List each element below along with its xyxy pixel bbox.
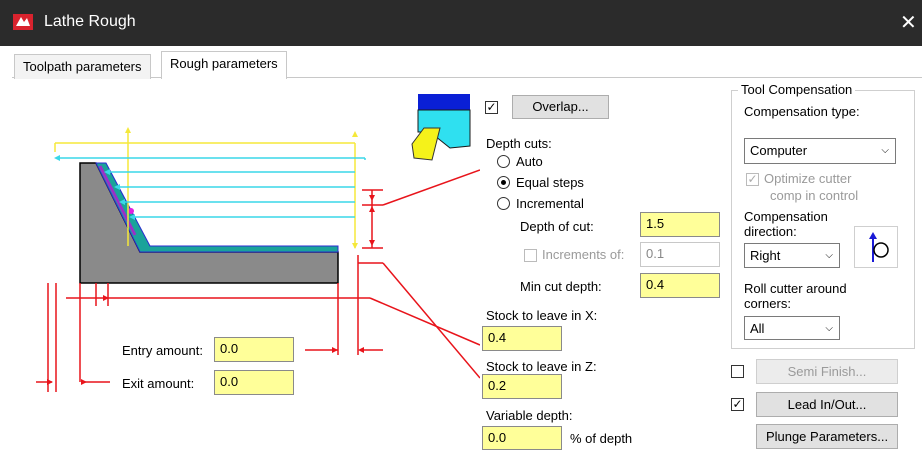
min-cut-depth-label: Min cut depth: — [520, 279, 602, 294]
stock-x-input[interactable]: 0.4 — [482, 326, 562, 351]
depth-of-cut-input[interactable]: 1.5 — [640, 212, 720, 237]
app-icon — [13, 14, 33, 30]
lead-in-out-checkbox[interactable]: ✓ — [731, 398, 744, 411]
yellow-arrowheads — [125, 127, 358, 249]
radio-auto[interactable] — [497, 155, 510, 168]
radio-incremental[interactable] — [497, 197, 510, 210]
depth-of-cut-label: Depth of cut: — [520, 219, 594, 234]
tool-compensation-title: Tool Compensation — [738, 82, 856, 97]
overlap-checkbox[interactable]: ✓ — [485, 101, 498, 114]
compensation-type-value: Computer — [750, 143, 808, 158]
radio-equal-steps-label: Equal steps — [516, 175, 584, 190]
chevron-down-icon: ⌵ — [825, 323, 833, 334]
variable-depth-input[interactable]: 0.0 — [482, 426, 562, 450]
compensation-type-label: Compensation type: — [744, 104, 860, 119]
optimize-cutter-checkbox[interactable]: ✓ — [746, 173, 759, 186]
optimize-cutter-label-2: comp in control — [770, 188, 859, 203]
variable-depth-suffix: % of depth — [570, 431, 633, 446]
roll-cutter-label: Roll cutter around corners: — [744, 281, 847, 311]
compensation-direction-select[interactable]: Right ⌵ — [744, 243, 840, 268]
semi-finish-checkbox[interactable] — [731, 365, 744, 378]
overlap-button[interactable]: Overlap... — [512, 95, 609, 119]
stock-z-label: Stock to leave in Z: — [486, 359, 597, 374]
roll-cutter-select[interactable]: All ⌵ — [744, 316, 840, 340]
radio-incremental-label: Incremental — [516, 196, 584, 211]
depth-cuts-label: Depth cuts: — [486, 136, 552, 151]
exit-amount-input[interactable]: 0.0 — [214, 370, 294, 395]
tab-toolpath-parameters[interactable]: Toolpath parameters — [14, 54, 151, 79]
radio-equal-steps[interactable] — [497, 176, 510, 189]
optimize-cutter-label: Optimize cutter — [764, 171, 852, 186]
exit-amount-label: Exit amount: — [122, 376, 195, 391]
title-bar: Lathe Rough ✕ — [0, 0, 922, 46]
compensation-direction-label: Compensation direction: — [744, 209, 828, 239]
min-cut-depth-input[interactable]: 0.4 — [640, 273, 720, 298]
stock-x-label: Stock to leave in X: — [486, 308, 598, 323]
increments-of-checkbox[interactable] — [524, 249, 537, 262]
comp-direction-icon — [854, 226, 898, 268]
part-shape — [79, 162, 339, 284]
compensation-type-select[interactable]: Computer ⌵ — [744, 138, 896, 164]
tab-rough-parameters[interactable]: Rough parameters — [161, 51, 287, 79]
variable-depth-label: Variable depth: — [486, 408, 573, 423]
chevron-down-icon: ⌵ — [825, 250, 833, 261]
compensation-direction-value: Right — [750, 248, 781, 263]
tool-insert-icon — [411, 94, 471, 161]
radio-auto-label: Auto — [516, 154, 543, 169]
close-icon[interactable]: ✕ — [900, 10, 917, 35]
chevron-down-icon: ⌵ — [881, 145, 889, 156]
increments-of-input[interactable]: 0.1 — [640, 242, 720, 267]
lead-in-out-button[interactable]: Lead In/Out... — [756, 392, 898, 417]
pass-marker — [128, 208, 134, 214]
entry-amount-input[interactable]: 0.0 — [214, 337, 294, 362]
window-title: Lathe Rough — [44, 13, 136, 30]
entry-amount-label: Entry amount: — [122, 343, 203, 358]
semi-finish-button[interactable]: Semi Finish... — [756, 359, 898, 384]
plunge-parameters-button[interactable]: Plunge Parameters... — [756, 424, 898, 449]
stock-z-input[interactable]: 0.2 — [482, 374, 562, 399]
roll-cutter-value: All — [750, 321, 765, 336]
increments-of-label: Increments of: — [542, 247, 625, 262]
